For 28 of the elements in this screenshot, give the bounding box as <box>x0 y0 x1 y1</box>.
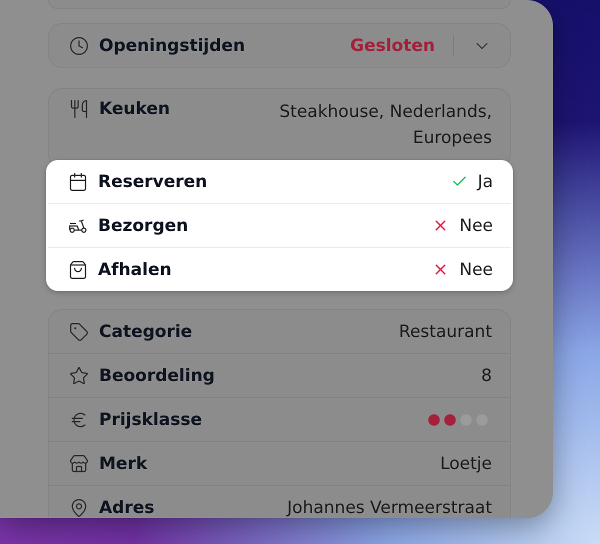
opening-hours-card[interactable]: Openingstijden Gesloten <box>48 23 511 68</box>
row-label: Categorie <box>99 322 192 342</box>
star-icon <box>69 366 89 386</box>
row-value: Nee <box>459 216 493 236</box>
row-label: Merk <box>99 454 148 474</box>
row-value: Johannes Vermeerstraat <box>287 496 492 518</box>
status-text: Gesloten <box>350 36 435 56</box>
row-value: Steakhouse, Nederlands, Europees <box>278 101 492 150</box>
row-label: Adres <box>99 498 154 518</box>
row-label: Prijsklasse <box>99 410 202 430</box>
row-label: Reserveren <box>98 172 208 192</box>
tag-icon <box>69 322 89 342</box>
clock-icon <box>69 36 89 56</box>
row-label: Beoordeling <box>99 366 215 386</box>
row-value: Loetje <box>440 452 492 476</box>
row-label: Keuken <box>99 99 170 119</box>
calendar-icon <box>68 172 88 192</box>
row-value: 8 <box>481 364 492 388</box>
row-value: Ja <box>478 172 493 192</box>
row-label: Openingstijden <box>99 36 246 56</box>
row-value: Nee <box>459 260 493 280</box>
bag-icon <box>68 260 88 280</box>
map-pin-icon <box>69 498 89 518</box>
store-icon <box>69 454 89 474</box>
row-label: Afhalen <box>98 260 172 280</box>
row-value: Restaurant <box>398 320 492 344</box>
utensils-icon <box>69 99 89 119</box>
row-label: Bezorgen <box>98 216 188 236</box>
